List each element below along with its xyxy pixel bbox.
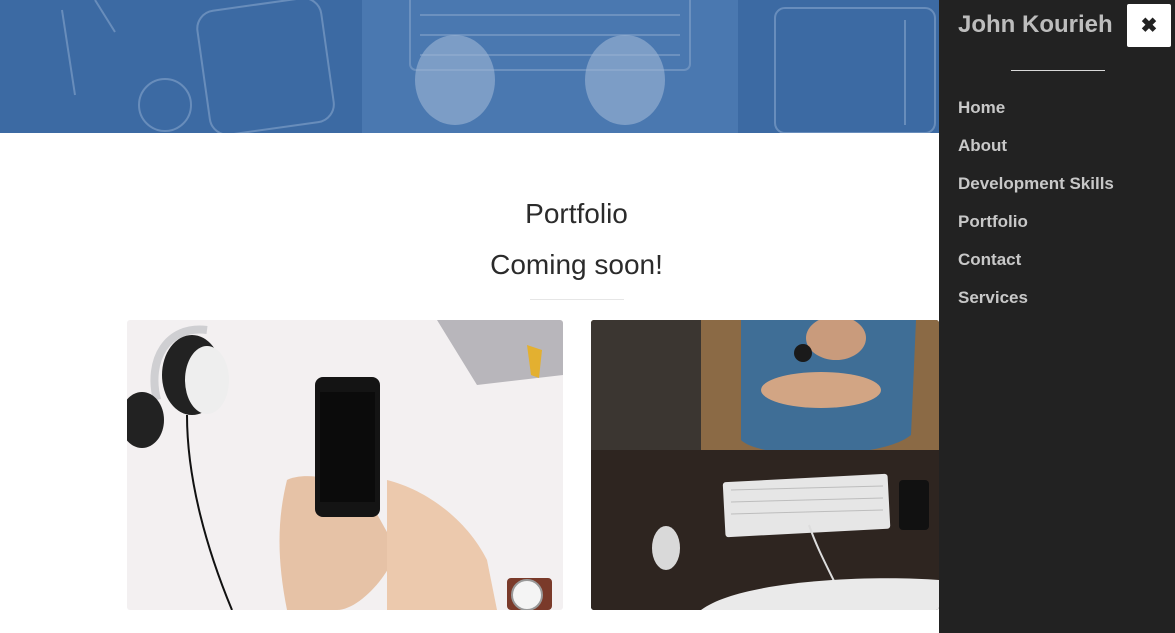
phone-photo [127,320,563,610]
close-menu-button[interactable]: ✖ [1127,4,1171,47]
brand-name[interactable]: John Kourieh [958,11,1113,39]
nav-link-home[interactable]: Home [958,98,1005,117]
nav-item-development-skills: Development Skills [958,173,1114,211]
nav-link-development-skills[interactable]: Development Skills [958,174,1114,193]
nav-link-contact[interactable]: Contact [958,250,1021,269]
nav-link-portfolio[interactable]: Portfolio [958,212,1028,231]
menu-divider [1011,70,1105,71]
nav-link-services[interactable]: Services [958,288,1028,307]
nav-item-contact: Contact [958,249,1114,287]
nav-item-home: Home [958,97,1114,135]
portfolio-card-phone[interactable] [127,320,563,610]
nav-item-about: About [958,135,1114,173]
desk-photo [591,320,939,610]
side-menu: John Kourieh ✖ Home About Development Sk… [939,0,1175,633]
portfolio-card-desk[interactable] [591,320,939,610]
title-divider [530,299,624,300]
nav-link-about[interactable]: About [958,136,1007,155]
nav-item-services: Services [958,287,1114,325]
close-icon: ✖ [1140,15,1158,37]
nav-item-portfolio: Portfolio [958,211,1114,249]
nav-menu: Home About Development Skills Portfolio … [958,97,1114,325]
